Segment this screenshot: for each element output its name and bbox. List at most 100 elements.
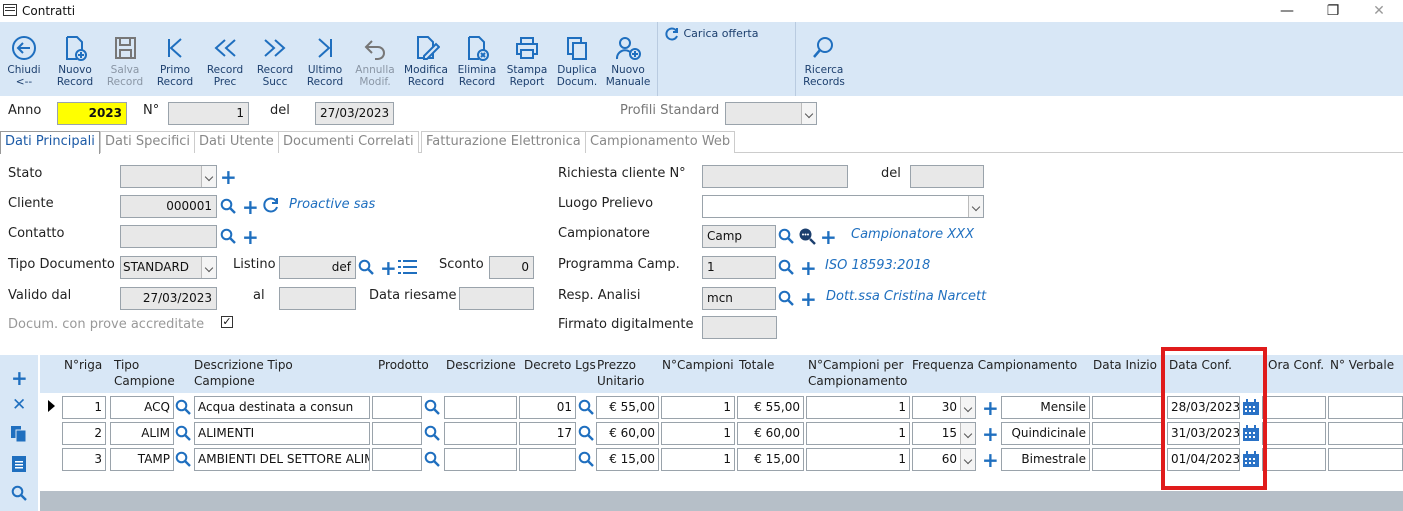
search-decreto-icon[interactable] <box>578 451 594 467</box>
add-frequenza-icon[interactable]: + <box>982 450 999 470</box>
cell-data-inizio[interactable] <box>1092 396 1164 419</box>
elimina-record-button[interactable]: Elimina Record <box>454 22 500 94</box>
cell-nriga[interactable]: 2 <box>62 422 106 445</box>
cell-frequenza[interactable]: Bimestrale <box>1001 448 1090 471</box>
search-contatto-icon[interactable] <box>220 228 236 244</box>
programma-camp-input[interactable]: 1 <box>702 256 776 279</box>
minimize-button[interactable]: — <box>1272 1 1302 21</box>
nuovo-manuale-button[interactable]: Nuovo Manuale <box>604 22 652 94</box>
cell-prodotto[interactable] <box>372 448 422 471</box>
record-prec-button[interactable]: Record Prec <box>202 22 248 94</box>
cell-n-verbale[interactable] <box>1328 448 1403 471</box>
cell-totale[interactable]: € 55,00 <box>737 396 804 419</box>
cell-frequenza[interactable]: Quindicinale <box>1001 422 1090 445</box>
modifica-record-button[interactable]: Modifica Record <box>402 22 450 94</box>
duplica-docum-button[interactable]: Duplica Docum. <box>554 22 600 94</box>
search-cliente-icon[interactable] <box>220 198 236 214</box>
cell-descrizione-tipo[interactable]: Acqua destinata a consun <box>194 396 370 419</box>
search-decreto-icon[interactable] <box>578 425 594 441</box>
search-programma-icon[interactable] <box>778 259 794 275</box>
search-row-icon[interactable] <box>11 485 27 501</box>
cell-prodotto[interactable] <box>372 422 422 445</box>
richiesta-cliente-input[interactable] <box>702 165 848 188</box>
cell-ora-conf[interactable] <box>1262 448 1326 471</box>
salva-record-button[interactable]: Salva Record <box>102 22 148 94</box>
cell-n-verbale[interactable] <box>1328 396 1403 419</box>
ricerca-records-button[interactable]: Ricerca Records <box>800 22 848 94</box>
cell-prezzo-unitario[interactable]: € 60,00 <box>596 422 659 445</box>
cell-totale[interactable]: € 60,00 <box>737 422 804 445</box>
primo-record-button[interactable]: Primo Record <box>152 22 198 94</box>
cell-ora-conf[interactable] <box>1262 396 1326 419</box>
close-button[interactable]: ✕ <box>1364 1 1394 21</box>
annulla-modif-button[interactable]: Annulla Modif. <box>352 22 398 94</box>
search-campionatore-icon[interactable] <box>778 228 794 244</box>
tab-documenti-correlati[interactable]: Documenti Correlati <box>278 131 419 153</box>
document-icon[interactable] <box>11 455 27 473</box>
add-row-icon[interactable]: + <box>11 368 28 388</box>
cell-frequenza-select[interactable]: 15 <box>912 422 976 445</box>
carica-offerta-button[interactable]: Carica offerta <box>664 26 758 42</box>
add-listino-icon[interactable]: + <box>380 258 397 278</box>
tab-fatturazione-elettronica[interactable]: Fatturazione Elettronica <box>421 131 586 153</box>
search-tipo-icon[interactable] <box>175 425 191 441</box>
cell-totale[interactable]: € 15,00 <box>737 448 804 471</box>
tab-dati-utente[interactable]: Dati Utente <box>194 131 279 153</box>
cell-ora-conf[interactable] <box>1262 422 1326 445</box>
search-listino-icon[interactable] <box>358 259 374 275</box>
record-succ-button[interactable]: Record Succ <box>252 22 298 94</box>
anno-input[interactable]: 2023 <box>57 102 127 125</box>
cell-decreto[interactable] <box>519 448 576 471</box>
cell-tipo-campione[interactable]: TAMP <box>110 448 174 471</box>
cell-frequenza[interactable]: Mensile <box>1001 396 1090 419</box>
numero-input[interactable]: 1 <box>168 102 249 125</box>
nuovo-record-button[interactable]: Nuovo Record <box>52 22 98 94</box>
restore-button[interactable]: ❐ <box>1318 1 1348 21</box>
cell-tipo-campione[interactable]: ACQ <box>110 396 174 419</box>
add-stato-icon[interactable]: + <box>220 167 237 187</box>
cliente-name-link[interactable]: Proactive sas <box>289 197 375 212</box>
ultimo-record-button[interactable]: Ultimo Record <box>302 22 348 94</box>
data-input[interactable]: 27/03/2023 <box>315 102 394 125</box>
stampa-report-button[interactable]: Stampa Report <box>504 22 550 94</box>
tab-campionamento-web[interactable]: Campionamento Web <box>585 131 736 153</box>
cell-nriga[interactable]: 3 <box>62 448 106 471</box>
cell-n-verbale[interactable] <box>1328 422 1403 445</box>
search-decreto-icon[interactable] <box>578 399 594 415</box>
richiesta-del-input[interactable] <box>910 165 984 188</box>
cell-frequenza-select[interactable]: 60 <box>912 448 976 471</box>
cell-tipo-campione[interactable]: ALIM <box>110 422 174 445</box>
search-tipo-icon[interactable] <box>175 399 191 415</box>
tab-dati-specifici[interactable]: Dati Specifici <box>100 131 196 153</box>
programma-name-link[interactable]: ISO 18593:2018 <box>825 258 930 273</box>
delete-row-icon[interactable]: ✕ <box>12 395 26 415</box>
contatto-input[interactable] <box>120 225 217 248</box>
campionatore-input[interactable]: Camp <box>702 225 776 248</box>
resp-analisi-input[interactable]: mcn <box>702 287 776 310</box>
cell-descrizione[interactable] <box>444 448 517 471</box>
cell-decreto[interactable]: 17 <box>519 422 576 445</box>
copy-row-icon[interactable] <box>10 425 28 443</box>
cell-nriga[interactable]: 1 <box>62 396 106 419</box>
cliente-input[interactable]: 000001 <box>120 195 217 218</box>
cell-descrizione-tipo[interactable]: AMBIENTI DEL SETTORE ALIMI <box>194 448 370 471</box>
search-prodotto-icon[interactable] <box>424 451 440 467</box>
add-frequenza-icon[interactable]: + <box>982 398 999 418</box>
docum-accreditate-checkbox[interactable]: ✓ <box>221 316 233 328</box>
campionatore-name-link[interactable]: Campionatore XXX <box>851 227 974 242</box>
firmato-digitalmente-input[interactable] <box>702 316 777 339</box>
search-detail-icon[interactable] <box>798 227 816 245</box>
add-frequenza-icon[interactable]: + <box>982 424 999 444</box>
refresh-cliente-icon[interactable] <box>262 196 280 214</box>
add-cliente-icon[interactable]: + <box>242 197 259 217</box>
luogo-prelievo-select[interactable] <box>702 195 984 218</box>
profili-standard-select[interactable] <box>725 102 817 125</box>
cell-descrizione[interactable] <box>444 396 517 419</box>
add-programma-icon[interactable]: + <box>800 258 817 278</box>
cell-ncampioni-per-campionamento[interactable]: 1 <box>806 422 910 445</box>
resp-name-link[interactable]: Dott.ssa Cristina Narcett <box>826 289 986 304</box>
cell-frequenza-select[interactable]: 30 <box>912 396 976 419</box>
al-input[interactable] <box>279 287 356 310</box>
cell-prodotto[interactable] <box>372 396 422 419</box>
cell-prezzo-unitario[interactable]: € 15,00 <box>596 448 659 471</box>
